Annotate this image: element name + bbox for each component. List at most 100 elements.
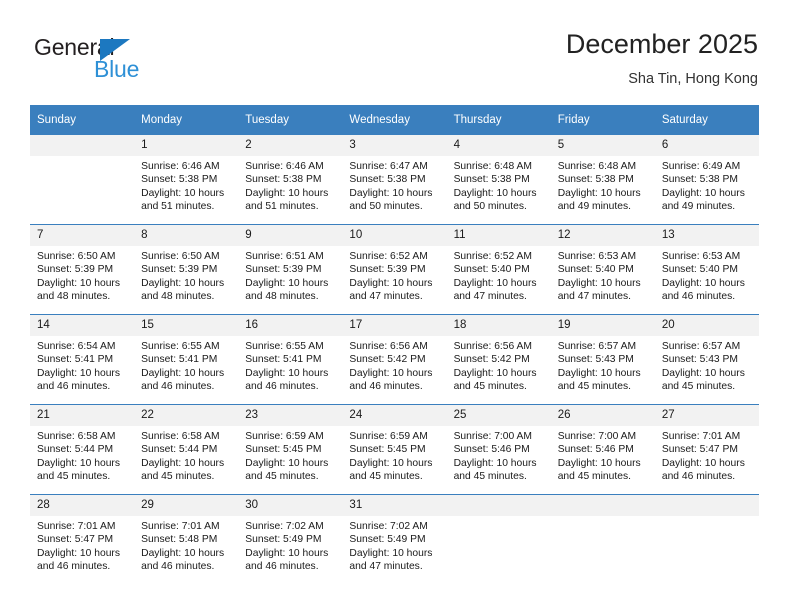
daylight-text-line1: Daylight: 10 hours [141, 187, 225, 199]
sunrise-text: Sunrise: 7:00 AM [557, 431, 637, 442]
day-sun-info: Sunrise: 6:55 AM Sunset: 5:41 PM Daylight:… [134, 336, 238, 394]
daylight-text-line1: Daylight: 10 hours [349, 187, 433, 199]
daylight-text-line2: and 46 minutes. [661, 471, 736, 483]
day-sun-info: Sunrise: 6:51 AM Sunset: 5:39 PM Daylight:… [238, 246, 342, 304]
day-number: 28 [30, 495, 135, 516]
day-number: 15 [134, 315, 239, 336]
day-sun-info: Sunrise: 6:46 AM Sunset: 5:38 PM Daylight:… [238, 156, 342, 214]
calendar-day-cell[interactable]: 12 Sunrise: 6:53 AM Sunset: 5:40 PM Dayligh… [550, 224, 655, 315]
sunset-text: Sunset: 5:45 PM [349, 444, 426, 456]
daylight-text-line1: Daylight: 10 hours [661, 277, 745, 289]
sunrise-text: Sunrise: 6:46 AM [245, 161, 324, 172]
calendar-day-cell[interactable]: 5 Sunrise: 6:48 AM Sunset: 5:38 PM Daylight… [550, 135, 655, 225]
calendar-day-cell[interactable]: 9 Sunrise: 6:51 AM Sunset: 5:39 PM Daylight… [238, 224, 343, 315]
daylight-text-line2: and 47 minutes. [557, 291, 631, 303]
day-sun-info: Sunrise: 6:56 AM Sunset: 5:42 PM Daylight:… [447, 336, 551, 394]
sunrise-text: Sunrise: 6:50 AM [141, 251, 220, 262]
day-sun-info: Sunrise: 7:01 AM Sunset: 5:48 PM Daylight:… [134, 516, 238, 574]
calendar-day-cell[interactable]: 28 Sunrise: 7:01 AM Sunset: 5:47 PM Dayligh… [30, 494, 135, 584]
day-sun-info: Sunrise: 6:58 AM Sunset: 5:44 PM Daylight:… [30, 426, 134, 484]
day-number [654, 495, 759, 516]
day-sun-info: Sunrise: 7:01 AM Sunset: 5:47 PM Daylight:… [30, 516, 134, 574]
daylight-text-line2: and 47 minutes. [349, 561, 423, 573]
calendar-day-cell[interactable]: 16 Sunrise: 6:55 AM Sunset: 5:41 PM Dayligh… [238, 314, 343, 405]
day-number: 4 [446, 135, 551, 156]
calendar-day-cell[interactable]: 17 Sunrise: 6:56 AM Sunset: 5:42 PM Dayligh… [342, 314, 447, 405]
sunrise-text: Sunrise: 6:58 AM [141, 431, 220, 442]
daylight-text-line1: Daylight: 10 hours [37, 457, 120, 469]
daylight-text-line1: Daylight: 10 hours [141, 367, 225, 379]
calendar-day-cell[interactable]: 18 Sunrise: 6:56 AM Sunset: 5:42 PM Dayligh… [446, 314, 551, 405]
sunset-text: Sunset: 5:41 PM [37, 354, 114, 366]
sunrise-text: Sunrise: 6:53 AM [557, 251, 637, 262]
day-number: 27 [654, 405, 759, 426]
day-sun-info: Sunrise: 6:53 AM Sunset: 5:40 PM Daylight:… [655, 246, 759, 304]
day-sun-info: Sunrise: 6:52 AM Sunset: 5:39 PM Daylight:… [342, 246, 446, 304]
calendar-day-cell[interactable]: 1 Sunrise: 6:46 AM Sunset: 5:38 PM Daylight… [134, 135, 239, 225]
calendar-day-cell[interactable]: 10 Sunrise: 6:52 AM Sunset: 5:39 PM Dayligh… [342, 224, 447, 315]
calendar-day-cell[interactable]: 6 Sunrise: 6:49 AM Sunset: 5:38 PM Daylight… [654, 135, 759, 225]
calendar-page: General Blue December 2025 Sha Tin, Hong… [0, 0, 792, 612]
calendar-table: Sunday Monday Tuesday Wednesday Thursday… [30, 105, 759, 584]
daylight-text-line1: Daylight: 10 hours [557, 457, 641, 469]
calendar-day-cell[interactable]: 7 Sunrise: 6:50 AM Sunset: 5:39 PM Daylight… [30, 224, 135, 315]
daylight-text-line2: and 46 minutes. [661, 291, 736, 303]
calendar-cell-empty [550, 494, 655, 584]
calendar-day-cell[interactable]: 3 Sunrise: 6:47 AM Sunset: 5:38 PM Daylight… [342, 135, 447, 225]
daylight-text-line1: Daylight: 10 hours [349, 547, 433, 559]
day-number: 25 [446, 405, 551, 426]
calendar-day-cell[interactable]: 8 Sunrise: 6:50 AM Sunset: 5:39 PM Daylight… [134, 224, 239, 315]
weekday-header-saturday: Saturday [654, 105, 759, 135]
calendar-day-cell[interactable]: 31 Sunrise: 7:02 AM Sunset: 5:49 PM Dayligh… [342, 494, 447, 584]
weekday-header-monday: Monday [134, 105, 239, 135]
sunset-text: Sunset: 5:42 PM [349, 354, 426, 366]
daylight-text-line2: and 49 minutes. [557, 201, 631, 213]
calendar-day-cell[interactable]: 30 Sunrise: 7:02 AM Sunset: 5:49 PM Dayligh… [238, 494, 343, 584]
day-number: 18 [446, 315, 551, 336]
day-number: 23 [238, 405, 343, 426]
daylight-text-line2: and 45 minutes. [453, 471, 527, 483]
daylight-text-line2: and 45 minutes. [661, 381, 736, 393]
sunrise-text: Sunrise: 7:02 AM [245, 521, 324, 532]
sunrise-text: Sunrise: 6:48 AM [453, 161, 532, 172]
calendar-day-cell[interactable]: 29 Sunrise: 7:01 AM Sunset: 5:48 PM Dayligh… [134, 494, 239, 584]
day-number: 6 [654, 135, 759, 156]
calendar-day-cell[interactable]: 15 Sunrise: 6:55 AM Sunset: 5:41 PM Dayligh… [134, 314, 239, 405]
day-number: 19 [550, 315, 655, 336]
calendar-day-cell[interactable]: 11 Sunrise: 6:52 AM Sunset: 5:40 PM Dayligh… [446, 224, 551, 315]
calendar-day-cell[interactable]: 24 Sunrise: 6:59 AM Sunset: 5:45 PM Dayligh… [342, 404, 447, 495]
daylight-text-line1: Daylight: 10 hours [37, 367, 120, 379]
day-number: 14 [30, 315, 135, 336]
day-sun-info: Sunrise: 7:00 AM Sunset: 5:46 PM Daylight:… [551, 426, 655, 484]
day-sun-info: Sunrise: 7:02 AM Sunset: 5:49 PM Daylight:… [238, 516, 342, 574]
calendar-day-cell[interactable]: 13 Sunrise: 6:53 AM Sunset: 5:40 PM Dayligh… [654, 224, 759, 315]
sunrise-text: Sunrise: 6:49 AM [661, 161, 741, 172]
calendar-day-cell[interactable]: 21 Sunrise: 6:58 AM Sunset: 5:44 PM Dayligh… [30, 404, 135, 495]
daylight-text-line2: and 51 minutes. [141, 201, 215, 213]
day-number: 22 [134, 405, 239, 426]
calendar-day-cell[interactable]: 2 Sunrise: 6:46 AM Sunset: 5:38 PM Daylight… [238, 135, 343, 225]
daylight-text-line2: and 46 minutes. [349, 381, 423, 393]
calendar-day-cell[interactable]: 23 Sunrise: 6:59 AM Sunset: 5:45 PM Dayligh… [238, 404, 343, 495]
calendar-day-cell[interactable]: 25 Sunrise: 7:00 AM Sunset: 5:46 PM Dayligh… [446, 404, 551, 495]
day-sun-info: Sunrise: 6:48 AM Sunset: 5:38 PM Daylight:… [447, 156, 551, 214]
calendar-day-cell[interactable]: 4 Sunrise: 6:48 AM Sunset: 5:38 PM Daylight… [446, 135, 551, 225]
calendar-day-cell[interactable]: 20 Sunrise: 6:57 AM Sunset: 5:43 PM Dayligh… [654, 314, 759, 405]
day-sun-info: Sunrise: 6:50 AM Sunset: 5:39 PM Daylight:… [134, 246, 238, 304]
sunset-text: Sunset: 5:38 PM [141, 174, 218, 186]
calendar-day-cell[interactable]: 26 Sunrise: 7:00 AM Sunset: 5:46 PM Dayligh… [550, 404, 655, 495]
daylight-text-line2: and 48 minutes. [245, 291, 319, 303]
sunset-text: Sunset: 5:39 PM [37, 264, 114, 276]
calendar-day-cell[interactable]: 14 Sunrise: 6:54 AM Sunset: 5:41 PM Dayligh… [30, 314, 135, 405]
calendar-day-cell[interactable]: 27 Sunrise: 7:01 AM Sunset: 5:47 PM Dayligh… [654, 404, 759, 495]
day-sun-info: Sunrise: 6:47 AM Sunset: 5:38 PM Daylight:… [342, 156, 446, 214]
sunrise-text: Sunrise: 6:56 AM [453, 341, 532, 352]
calendar-day-cell[interactable]: 19 Sunrise: 6:57 AM Sunset: 5:43 PM Dayligh… [550, 314, 655, 405]
sunrise-text: Sunrise: 6:56 AM [349, 341, 428, 352]
day-sun-info: Sunrise: 6:48 AM Sunset: 5:38 PM Daylight:… [551, 156, 655, 214]
daylight-text-line1: Daylight: 10 hours [661, 187, 745, 199]
day-sun-info: Sunrise: 6:58 AM Sunset: 5:44 PM Daylight:… [134, 426, 238, 484]
weekday-header-thursday: Thursday [446, 105, 551, 135]
calendar-day-cell[interactable]: 22 Sunrise: 6:58 AM Sunset: 5:44 PM Dayligh… [134, 404, 239, 495]
daylight-text-line1: Daylight: 10 hours [245, 547, 329, 559]
